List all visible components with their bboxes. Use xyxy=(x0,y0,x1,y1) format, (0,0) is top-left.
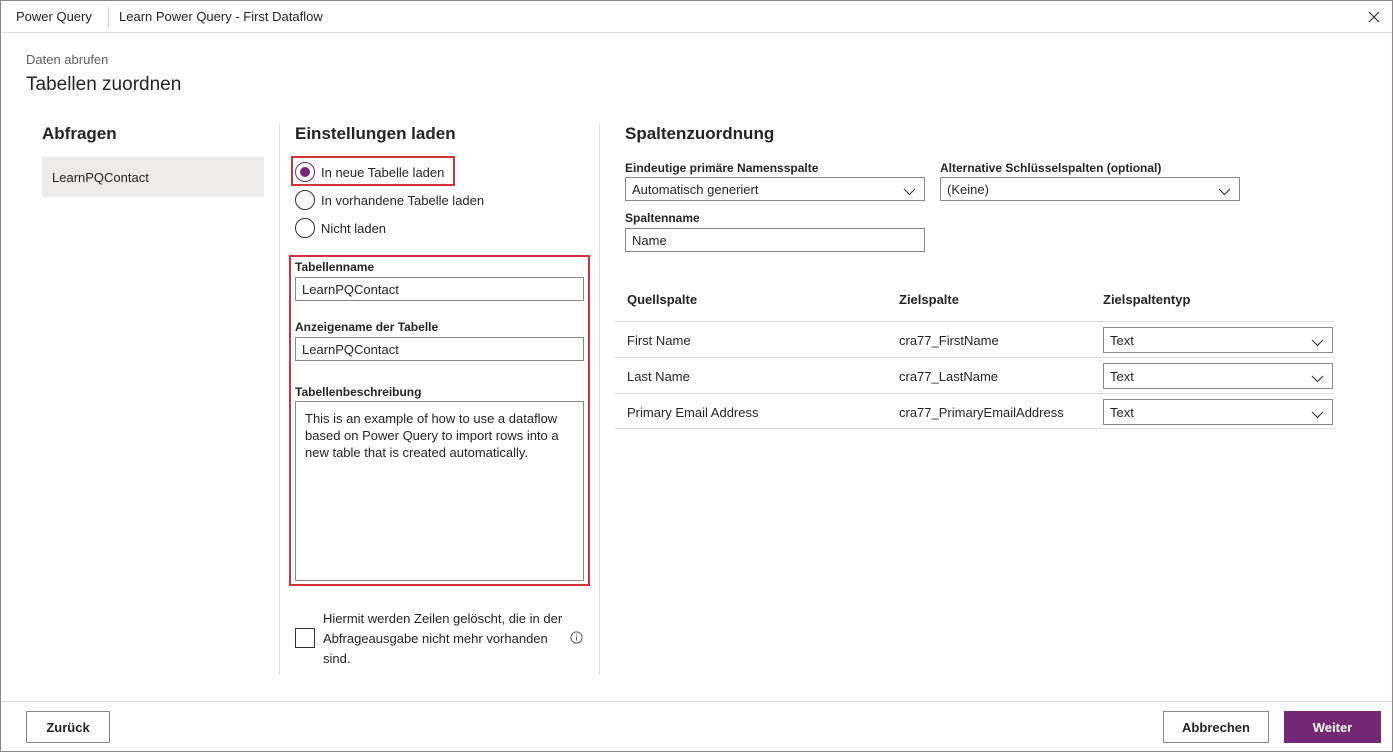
type-value: Text xyxy=(1110,333,1134,348)
close-icon[interactable] xyxy=(1363,6,1385,28)
description-textarea[interactable]: This is an example of how to use a dataf… xyxy=(295,401,584,581)
description-label: Tabellenbeschreibung xyxy=(295,385,422,399)
chevron-down-icon xyxy=(1311,371,1324,386)
alt-keys-dropdown[interactable]: (Keine) xyxy=(940,177,1240,201)
footer-bar: Zurück Abbrechen Weiter xyxy=(1,701,1392,751)
alt-keys-label: Alternative Schlüsselspalten (optional) xyxy=(940,161,1162,175)
next-button[interactable]: Weiter xyxy=(1284,711,1381,743)
table-row: First Name cra77_FirstName Text xyxy=(615,321,1335,357)
type-dropdown[interactable]: Text xyxy=(1103,399,1333,425)
alt-keys-value: (Keine) xyxy=(947,182,989,197)
title-bar: Power Query Learn Power Query - First Da… xyxy=(1,1,1392,33)
primary-name-value: Automatisch generiert xyxy=(632,182,759,197)
chevron-down-icon xyxy=(903,184,916,199)
source-column-cell: Primary Email Address xyxy=(627,405,759,420)
target-column-cell: cra77_PrimaryEmailAddress xyxy=(899,405,1064,420)
table-name-label: Tabellenname xyxy=(295,260,375,274)
target-column-cell: cra77_LastName xyxy=(899,369,998,384)
type-dropdown[interactable]: Text xyxy=(1103,363,1333,389)
column-name-label: Spaltenname xyxy=(625,211,700,225)
radio-button-checked[interactable] xyxy=(295,162,315,182)
delete-rows-label: Hiermit werden Zeilen gelöscht, die in d… xyxy=(323,611,563,666)
type-value: Text xyxy=(1110,369,1134,384)
app-name: Power Query xyxy=(16,9,92,24)
queries-heading: Abfragen xyxy=(42,124,117,143)
radio-load-existing-table[interactable]: In vorhandene Tabelle laden xyxy=(295,189,484,211)
page-title: Tabellen zuordnen xyxy=(26,74,182,95)
delete-rows-checkbox[interactable] xyxy=(295,628,315,648)
radio-load-new-table[interactable]: In neue Tabelle laden xyxy=(295,161,444,183)
primary-name-label: Eindeutige primäre Namensspalte xyxy=(625,161,819,175)
header-target-type: Zielspaltentyp xyxy=(1103,292,1191,307)
target-column-cell: cra77_FirstName xyxy=(899,333,999,348)
table-row: Primary Email Address cra77_PrimaryEmail… xyxy=(615,393,1335,429)
radio-label: Nicht laden xyxy=(321,220,387,236)
radio-do-not-load[interactable]: Nicht laden xyxy=(295,217,386,239)
back-button[interactable]: Zurück xyxy=(26,711,110,743)
breadcrumb: Daten abrufen xyxy=(26,52,109,67)
chevron-down-icon xyxy=(1311,407,1324,422)
query-item-learnpqcontact[interactable]: LearnPQContact xyxy=(42,157,264,197)
type-dropdown[interactable]: Text xyxy=(1103,327,1333,353)
table-name-input[interactable]: LearnPQContact xyxy=(295,277,584,301)
source-column-cell: First Name xyxy=(627,333,691,348)
source-column-cell: Last Name xyxy=(627,369,690,384)
radio-label: In vorhandene Tabelle laden xyxy=(321,192,485,208)
load-settings-heading: Einstellungen laden xyxy=(295,124,456,143)
display-name-input[interactable]: LearnPQContact xyxy=(295,337,584,361)
type-value: Text xyxy=(1110,405,1134,420)
info-icon[interactable] xyxy=(570,631,583,647)
table-row: Last Name cra77_LastName Text xyxy=(615,357,1335,393)
column-name-input[interactable]: Name xyxy=(625,228,925,252)
column-divider xyxy=(599,123,600,675)
primary-name-dropdown[interactable]: Automatisch generiert xyxy=(625,177,925,201)
title-separator xyxy=(108,7,109,27)
header-target-column: Zielspalte xyxy=(899,292,959,307)
column-divider xyxy=(279,123,280,675)
header-source-column: Quellspalte xyxy=(627,292,698,307)
radio-label: In neue Tabelle laden xyxy=(321,164,445,180)
cancel-button[interactable]: Abbrechen xyxy=(1163,711,1269,743)
column-mapping-heading: Spaltenzuordnung xyxy=(625,124,775,143)
chevron-down-icon xyxy=(1311,335,1324,350)
display-name-label: Anzeigename der Tabelle xyxy=(295,320,439,334)
radio-button[interactable] xyxy=(295,190,315,210)
power-query-dialog: Power Query Learn Power Query - First Da… xyxy=(0,0,1393,752)
radio-button[interactable] xyxy=(295,218,315,238)
document-title: Learn Power Query - First Dataflow xyxy=(119,9,323,24)
chevron-down-icon xyxy=(1218,184,1231,199)
